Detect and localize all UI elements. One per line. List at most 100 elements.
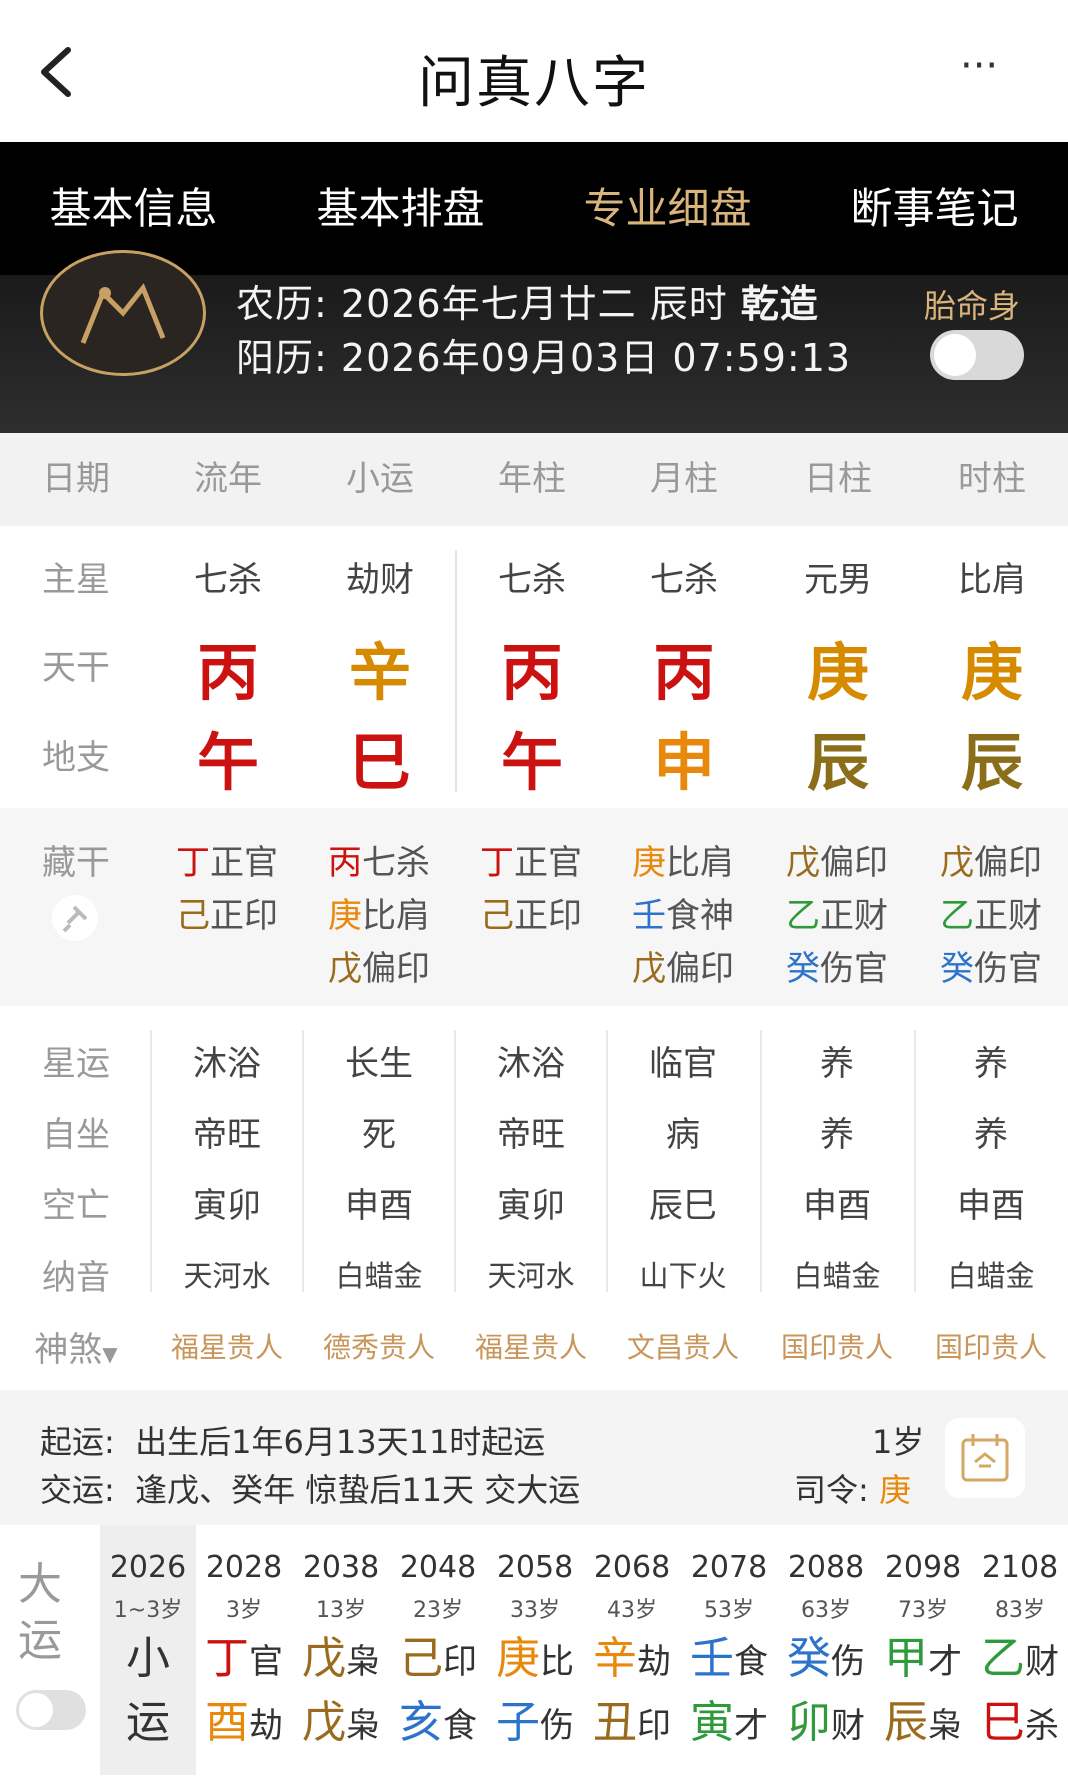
calendar-today-icon[interactable]	[945, 1418, 1025, 1498]
col-liunian: 流年	[194, 459, 262, 499]
xingyun-xiaoyun: 长生	[345, 1044, 413, 1084]
shensha-liunian[interactable]: 福星贵人	[152, 1326, 302, 1366]
label-tiangan: 天干	[42, 648, 110, 688]
canggan-item: 乙正财	[786, 896, 888, 936]
dayun-gan: 戊枭	[302, 1633, 380, 1684]
taiming-toggle[interactable]	[930, 330, 1024, 380]
dayun-gan: 乙财	[981, 1633, 1059, 1684]
nayin-day: 白蜡金	[793, 1259, 881, 1293]
dayun-year[interactable]: 2068	[584, 1550, 680, 1585]
label-xingyun: 星运	[42, 1044, 110, 1084]
dayun-toggle[interactable]	[16, 1690, 86, 1730]
zhuxing-liunian: 七杀	[194, 560, 262, 600]
dayun-age: 1~3岁	[113, 1598, 183, 1623]
tiangan-year: 丙	[500, 636, 563, 709]
dayun-age: 83岁	[995, 1598, 1045, 1623]
col-year: 年柱	[498, 459, 566, 499]
col-xiaoyun: 小运	[346, 459, 414, 499]
label-shensha[interactable]: 神煞▼	[0, 1322, 152, 1371]
tab-pro-detail[interactable]: 专业细盘	[534, 142, 801, 275]
label-canggan: 藏干	[42, 843, 110, 883]
canggan-item: 丁正官	[176, 843, 278, 883]
dayun-zhi: 运	[126, 1697, 170, 1748]
dayun-year[interactable]: 2038	[293, 1550, 389, 1585]
dayun-year[interactable]: 2098	[875, 1550, 971, 1585]
dayun-age: 23岁	[413, 1598, 463, 1623]
kongwang-day: 申酉	[803, 1186, 871, 1226]
dayun-year[interactable]: 2026	[100, 1550, 196, 1585]
dayun-year[interactable]: 2108	[972, 1550, 1068, 1585]
dayun-zhi: 巳杀	[981, 1697, 1059, 1748]
kongwang-month: 辰巳	[649, 1186, 717, 1226]
col-month: 月柱	[650, 459, 718, 499]
dayun-label-1: 大	[18, 1559, 62, 1610]
label-zizuo: 自坐	[42, 1115, 110, 1155]
nayin-liunian: 天河水	[183, 1259, 271, 1293]
dayun-age: 43岁	[607, 1598, 657, 1623]
dayun-gan: 丁官	[205, 1633, 283, 1684]
kongwang-year: 寅卯	[497, 1186, 565, 1226]
tab-notes[interactable]: 断事笔记	[801, 142, 1068, 275]
col-hour: 时柱	[958, 459, 1026, 499]
canggan-item: 庚比肩	[328, 896, 430, 936]
xingyun-day: 养	[820, 1044, 854, 1084]
nayin-month: 山下火	[639, 1259, 727, 1293]
zizuo-month: 病	[666, 1115, 700, 1155]
shensha-hour[interactable]: 国印贵人	[916, 1326, 1066, 1366]
dizhi-day: 辰	[806, 726, 869, 799]
dayun-zhi: 辰枭	[884, 1697, 962, 1748]
zhuxing-month: 七杀	[650, 560, 718, 600]
kongwang-liunian: 寅卯	[193, 1186, 261, 1226]
shensha-day[interactable]: 国印贵人	[762, 1326, 912, 1366]
zizuo-hour: 养	[974, 1115, 1008, 1155]
canggan-item: 丙七杀	[328, 843, 430, 883]
label-zhuxing: 主星	[42, 560, 110, 600]
canggan-item: 庚比肩	[632, 843, 734, 883]
canggan-item: 丁正官	[480, 843, 582, 883]
zodiac-dragon-icon	[40, 250, 206, 376]
dayun-zhi: 丑印	[593, 1697, 671, 1748]
divider	[455, 550, 457, 792]
dayun-zhi: 戊枭	[302, 1697, 380, 1748]
dayun-gan: 小	[126, 1633, 170, 1684]
caret-down-icon: ▼	[102, 1342, 118, 1366]
dizhi-hour: 辰	[960, 726, 1023, 799]
dayun-zhi: 亥食	[399, 1697, 477, 1748]
shensha-year[interactable]: 福星贵人	[456, 1326, 606, 1366]
tiangan-hour: 庚	[960, 636, 1023, 709]
page-title: 问真八字	[418, 51, 650, 116]
zhuxing-hour: 比肩	[958, 560, 1026, 600]
label-kongwang: 空亡	[42, 1186, 110, 1226]
tiangan-month: 丙	[652, 636, 715, 709]
dayun-zhi: 子伤	[496, 1697, 574, 1748]
dayun-year[interactable]: 2078	[681, 1550, 777, 1585]
dayun-gan: 己印	[399, 1633, 477, 1684]
shensha-month[interactable]: 文昌贵人	[608, 1326, 758, 1366]
gender-qian: 乾造	[740, 282, 819, 326]
solar-date: 阳历: 2026年09月03日 07:59:13	[236, 336, 852, 380]
dayun-year[interactable]: 2048	[390, 1550, 486, 1585]
xingyun-year: 沐浴	[497, 1044, 565, 1084]
canggan-item: 戊偏印	[940, 843, 1042, 883]
dizhi-liunian: 午	[196, 726, 259, 799]
shensha-xiaoyun[interactable]: 德秀贵人	[304, 1326, 454, 1366]
taiming-label: 胎命身	[924, 287, 1021, 325]
siling: 司令: 庚	[794, 1471, 911, 1509]
tab-basic-chart[interactable]: 基本排盘	[267, 142, 534, 275]
pin-icon[interactable]	[52, 895, 98, 941]
canggan-item: 戊偏印	[786, 843, 888, 883]
tiangan-day: 庚	[806, 636, 869, 709]
more-icon[interactable]: ···	[960, 46, 1020, 86]
col-date: 日期	[42, 459, 110, 499]
canggan-item: 己正印	[480, 896, 582, 936]
kongwang-xiaoyun: 申酉	[345, 1186, 413, 1226]
dayun-year[interactable]: 2088	[778, 1550, 874, 1585]
dizhi-month: 申	[652, 726, 715, 799]
dayun-year[interactable]: 2028	[196, 1550, 292, 1585]
dayun-age: 33岁	[510, 1598, 560, 1623]
column-header-row: 日期 流年 小运 年柱 月柱 日柱 时柱	[0, 433, 1068, 526]
zhuxing-year: 七杀	[498, 560, 566, 600]
dayun-year[interactable]: 2058	[487, 1550, 583, 1585]
canggan-item: 戊偏印	[328, 949, 430, 989]
canggan-item: 戊偏印	[632, 949, 734, 989]
